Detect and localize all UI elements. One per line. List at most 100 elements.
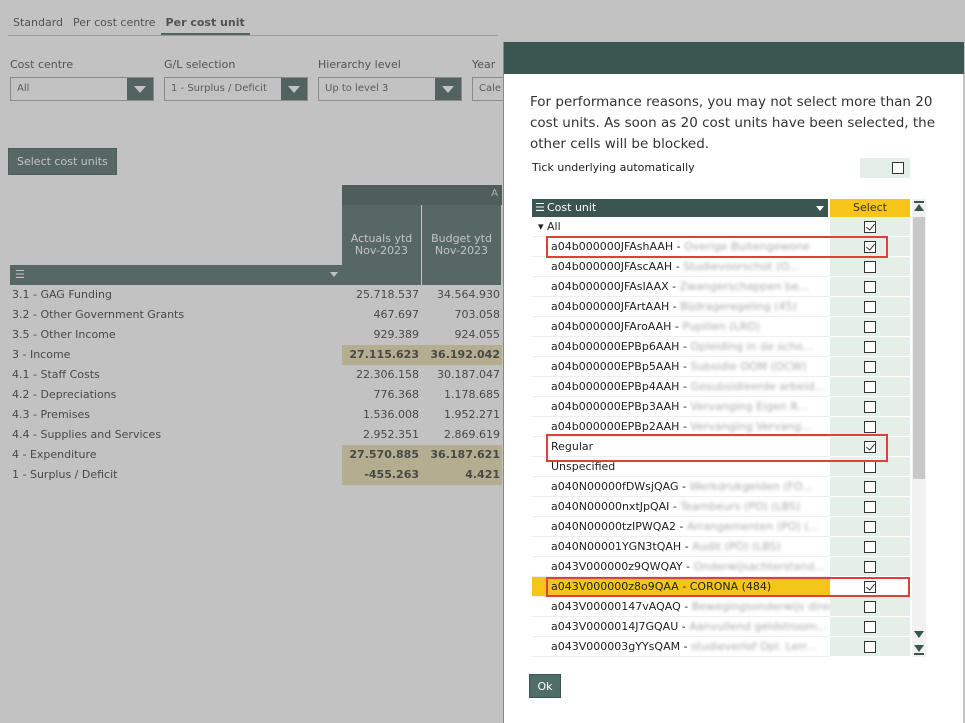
cost-unit-row[interactable]: a04b000000JFAroAAH - Pupillen (LRO) [532,317,910,337]
cost-unit-checkbox[interactable] [864,641,876,653]
cost-unit-checkbox[interactable] [864,621,876,633]
cost-unit-code: a040N00000tzIPWQA2 - [551,520,687,533]
cost-unit-code: a04b000000JFAscAAH - [551,260,684,273]
cost-unit-label: a04b000000EPBp2AAH - Vervanging Vervang.… [532,417,830,437]
cost-unit-checkbox[interactable] [864,421,876,433]
menu-icon[interactable]: ☰ [535,201,545,214]
cost-unit-checkbox[interactable] [864,261,876,273]
cost-unit-checkbox[interactable] [864,381,876,393]
cost-unit-code: a040N00001YGN3tQAH - [551,540,693,553]
cost-unit-code: a04b000000JFAroAAH - [551,320,683,333]
cost-unit-label: a043V000003gYYsQAM - studieverlof Opl. L… [532,637,830,657]
cost-unit-select-cell [830,217,910,237]
cost-unit-code: ▾ All [538,220,561,233]
cost-unit-checkbox[interactable] [864,321,876,333]
cost-unit-code: a043V00000147vAQAQ - [551,600,692,613]
cost-unit-row[interactable]: a040N00001YGN3tQAH - Audit (PO) (LBS) [532,537,910,557]
cost-unit-code: a04b000000JFAsIAAX - [551,280,680,293]
cost-unit-row[interactable]: a040N00000tzIPWQA2 - Arrangementen (PO) … [532,517,910,537]
cost-unit-select-cell [830,597,910,617]
cost-unit-label: a043V000000z8o9QAA - CORONA (484) [532,577,830,597]
cost-unit-select-cell [830,617,910,637]
cost-unit-label: a040N00000nxtJpQAI - Teambeurs (PO) (LBS… [532,497,830,517]
scroll-up-icon[interactable] [914,204,924,211]
chevron-down-icon[interactable] [816,206,824,211]
cost-unit-row[interactable]: a04b000000JFAsIAAX - Zwangerschappen be.… [532,277,910,297]
cost-unit-description: Bewegingsonderwijs direct... [691,600,830,613]
cost-unit-checkbox[interactable] [864,541,876,553]
cost-unit-description: Audit (PO) (LBS) [692,540,781,553]
cost-unit-row[interactable]: a04b000000JFAscAAH - Studievoorschot (O.… [532,257,910,277]
cost-unit-row[interactable]: a043V000003gYYsQAM - studieverlof Opl. L… [532,637,910,657]
cost-unit-dialog: For performance reasons, you may not sel… [503,42,964,723]
cost-unit-label: a04b000000JFAroAAH - Pupillen (LRO) [532,317,830,337]
cost-unit-checkbox[interactable] [864,581,876,593]
cost-unit-code: a043V0000014J7GQAU - [551,620,690,633]
scroll-top-icon[interactable] [914,201,924,203]
cost-unit-row[interactable]: a043V000000z9QWQAY - Onderwijsachterstan… [532,557,910,577]
cost-unit-label: a04b000000EPBp5AAH - Subsidie OOM (OCW) [532,357,830,377]
cost-unit-label: a04b000000JFAscAAH - Studievoorschot (O.… [532,257,830,277]
select-column-header[interactable]: Select [830,199,910,217]
scroll-down-icon[interactable] [914,631,924,638]
scroll-thumb[interactable] [913,217,925,479]
cost-unit-grid: ▾ All a04b000000JFAshAAH - Overige Buiten… [532,217,910,657]
cost-unit-row[interactable]: Regular [532,437,910,457]
ok-button[interactable]: Ok [529,674,561,698]
cost-unit-select-cell [830,317,910,337]
cost-unit-code: a04b000000EPBp3AAH - [551,400,691,413]
cost-unit-row[interactable]: a04b000000JFArtAAH - Bijdrageregeling (4… [532,297,910,317]
cost-unit-checkbox[interactable] [864,561,876,573]
scroll-bottom-icon[interactable] [914,645,924,652]
tick-underlying-label: Tick underlying automatically [532,161,695,174]
cost-unit-select-cell [830,437,910,457]
cost-unit-row[interactable]: a043V0000014J7GQAU - Aanvullend geldstro… [532,617,910,637]
cost-unit-description: Arrangementen (PO) (... [686,520,819,533]
cost-unit-row[interactable]: a04b000000EPBp4AAH - Gesubsidieerde arbe… [532,377,910,397]
cost-unit-label: a043V0000014J7GQAU - Aanvullend geldstro… [532,617,830,637]
cost-unit-select-cell [830,517,910,537]
tick-underlying-checkbox[interactable] [892,162,904,174]
cost-unit-row[interactable]: a040N00000fDWsjQAG - Werkdrukgelden (FO.… [532,477,910,497]
cost-unit-checkbox[interactable] [864,361,876,373]
cost-unit-checkbox[interactable] [864,241,876,253]
cost-unit-select-cell [830,277,910,297]
cost-unit-select-cell [830,397,910,417]
cost-unit-description: Gesubsidieerde arbeid... [690,380,825,393]
cost-unit-row[interactable]: Unspecified [532,457,910,477]
cost-unit-label: a04b000000EPBp4AAH - Gesubsidieerde arbe… [532,377,830,397]
cost-unit-row[interactable]: a04b000000EPBp3AAH - Vervanging Eigen R.… [532,397,910,417]
cost-unit-select-cell [830,237,910,257]
cost-unit-select-cell [830,297,910,317]
cost-unit-checkbox[interactable] [864,441,876,453]
cost-unit-select-cell [830,537,910,557]
cost-unit-checkbox[interactable] [864,401,876,413]
cost-unit-checkbox[interactable] [864,461,876,473]
cost-unit-code: a04b000000EPBp6AAH - [551,340,691,353]
cost-unit-description: Onderwijsachterstand... [693,560,825,573]
cost-unit-checkbox[interactable] [864,521,876,533]
cost-unit-select-cell [830,557,910,577]
cost-unit-row[interactable]: a04b000000EPBp5AAH - Subsidie OOM (OCW) [532,357,910,377]
cost-unit-select-cell [830,477,910,497]
cost-unit-checkbox[interactable] [864,601,876,613]
cost-unit-label: a040N00000fDWsjQAG - Werkdrukgelden (FO.… [532,477,830,497]
cost-unit-row[interactable]: a043V00000147vAQAQ - Bewegingsonderwijs … [532,597,910,617]
cost-unit-row[interactable]: a043V000000z8o9QAA - CORONA (484) [532,577,910,597]
cost-unit-checkbox[interactable] [864,501,876,513]
cost-unit-row[interactable]: a040N00000nxtJpQAI - Teambeurs (PO) (LBS… [532,497,910,517]
scroll-bottom-bar-icon [914,653,924,655]
cost-unit-checkbox[interactable] [864,301,876,313]
cost-unit-row[interactable]: ▾ All [532,217,910,237]
cost-unit-row[interactable]: a04b000000EPBp2AAH - Vervanging Vervang.… [532,417,910,437]
cost-unit-checkbox[interactable] [864,481,876,493]
cost-unit-label: a040N00001YGN3tQAH - Audit (PO) (LBS) [532,537,830,557]
cost-unit-checkbox[interactable] [864,221,876,233]
cost-unit-description: Vervanging Eigen R... [690,400,809,413]
cost-unit-checkbox[interactable] [864,341,876,353]
cost-unit-row[interactable]: a04b000000JFAshAAH - Overige Buitengewon… [532,237,910,257]
grid-scrollbar[interactable] [912,199,926,657]
cost-unit-row[interactable]: a04b000000EPBp6AAH - Opleiding in de sch… [532,337,910,357]
cost-unit-checkbox[interactable] [864,281,876,293]
cost-unit-column-header[interactable]: ☰ Cost unit [532,199,828,217]
